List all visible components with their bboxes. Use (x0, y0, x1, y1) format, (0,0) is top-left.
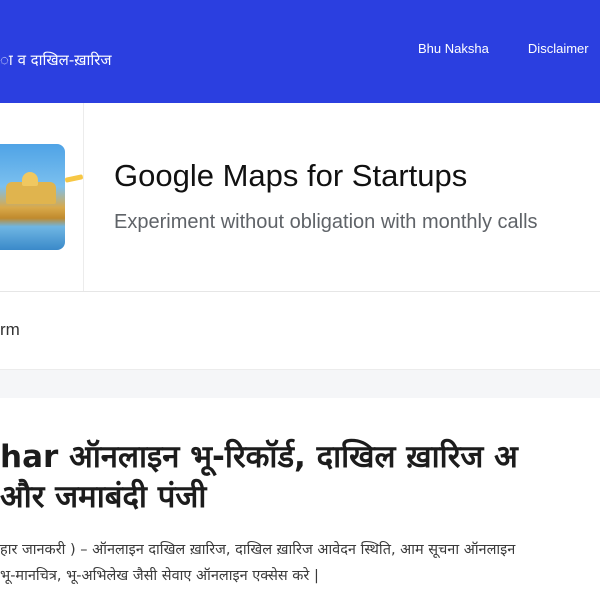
ad-accent-mark (64, 174, 84, 183)
ad-card[interactable]: Google Maps for Startups Experiment with… (0, 103, 600, 292)
article-intro: हार जानकरी ) – ऑनलाइन दाखिल ख़ारिज, दाखि… (0, 537, 600, 589)
site-header: ा व दाखिल-ख़ारिज Bhu Naksha Disclaimer (0, 0, 600, 103)
ad-divider (83, 103, 84, 291)
nav-link-bhu-naksha[interactable]: Bhu Naksha (418, 41, 489, 56)
article-title-line-2: और जमाबंदी पंजी (0, 479, 207, 515)
ad-title[interactable]: Google Maps for Startups (114, 158, 467, 194)
article-title: har ऑनलाइन भू-रिकॉर्ड, दाखिल ख़ारिज अ और… (0, 437, 600, 517)
article-intro-line-2: भू-मानचित्र, भू-अभिलेख जैसी सेवाए ऑनलाइन… (0, 568, 319, 584)
main-nav: Bhu Naksha Disclaimer (418, 38, 600, 57)
form-label-fragment: rm (0, 320, 20, 339)
nav-link-disclaimer[interactable]: Disclaimer (528, 41, 589, 56)
article-title-line-1: har ऑनलाइन भू-रिकॉर्ड, दाखिल ख़ारिज अ (0, 439, 518, 475)
site-brand-link[interactable]: ा व दाखिल-ख़ारिज (0, 50, 112, 70)
temple-dome-shape (22, 172, 38, 186)
ad-image[interactable] (0, 144, 65, 250)
article-intro-line-1: हार जानकरी ) – ऑनलाइन दाखिल ख़ारिज, दाखि… (0, 542, 516, 558)
section-separator (0, 369, 600, 398)
ad-subtitle: Experiment without obligation with month… (114, 211, 538, 233)
